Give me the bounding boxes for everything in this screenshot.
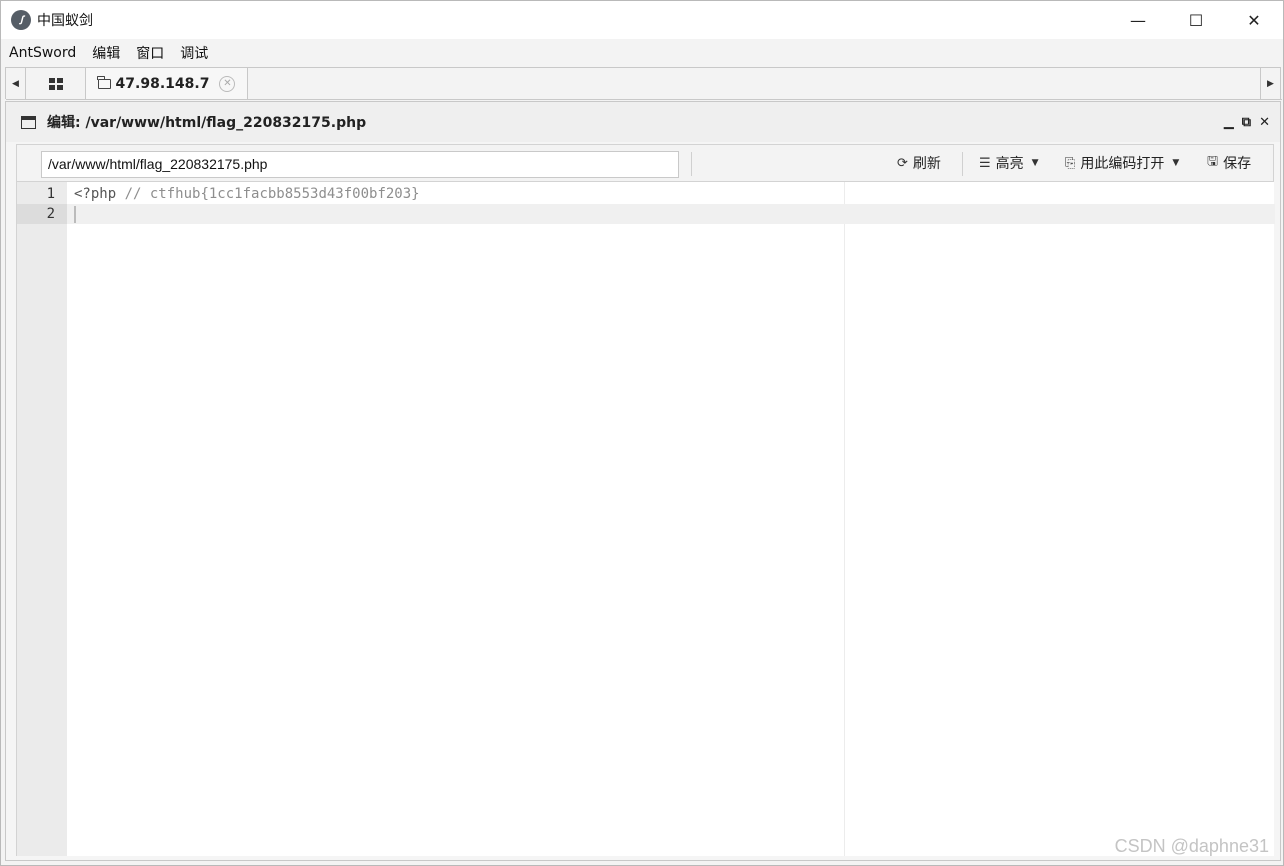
highlight-label: 高亮: [995, 156, 1024, 172]
window-title: 中国蚁剑: [37, 13, 93, 29]
menu-window[interactable]: 窗口: [136, 43, 164, 63]
watermark: CSDN @daphne31: [1114, 836, 1269, 856]
text-cursor: [74, 206, 76, 223]
panel-minimize-button[interactable]: ▁: [1224, 115, 1234, 130]
caret-down-icon: ▼: [1172, 158, 1180, 168]
window-controls: — ☐ ✕: [1109, 1, 1283, 39]
antsword-logo-icon: ꭍ: [11, 10, 31, 30]
menu-bar: AntSword 编辑 窗口 调试: [1, 39, 1283, 67]
code-line-active[interactable]: 2: [17, 204, 1275, 224]
refresh-button[interactable]: ⟳ 刷新: [897, 145, 941, 181]
tab-bar: ◀ 47.98.148.7 ✕ ▶: [5, 67, 1282, 100]
minimize-button[interactable]: —: [1109, 1, 1167, 39]
editor-window: 编辑: /var/www/html/flag_220832175.php ▁ ⧉…: [5, 101, 1281, 861]
editor-window-header[interactable]: 编辑: /var/www/html/flag_220832175.php ▁ ⧉…: [6, 102, 1280, 142]
maximize-button[interactable]: ☐: [1167, 1, 1225, 39]
editor-window-controls: ▁ ⧉ ✕: [1224, 102, 1270, 142]
code-line[interactable]: 1 <?php // ctfhub{1cc1facbb8553d43f00bf2…: [17, 184, 1275, 204]
save-icon: 🖫: [1207, 154, 1219, 169]
line-number: 2: [17, 204, 67, 224]
window-icon: [21, 115, 36, 129]
code-comment: // ctfhub{1cc1facbb8553d43f00bf203}: [116, 186, 420, 202]
line-gutter: [17, 182, 67, 856]
file-path-input[interactable]: /var/www/html/flag_220832175.php: [41, 151, 679, 178]
tab-host-label: 47.98.148.7: [115, 75, 210, 92]
toolbar-separator: [691, 152, 692, 176]
editor-window-title: 编辑: /var/www/html/flag_220832175.php: [47, 115, 367, 131]
code-editor[interactable]: 1 <?php // ctfhub{1cc1facbb8553d43f00bf2…: [16, 182, 1275, 856]
panel-restore-button[interactable]: ⧉: [1242, 115, 1251, 130]
tab-divider: [6, 99, 1282, 100]
menu-debug[interactable]: 调试: [180, 43, 208, 63]
close-circle-icon[interactable]: ✕: [219, 75, 236, 92]
folder-icon: [97, 75, 111, 89]
code-keyword: <?php: [74, 186, 117, 202]
print-margin: [844, 182, 845, 856]
save-button[interactable]: 🖫 保存: [1207, 145, 1251, 181]
save-label: 保存: [1223, 156, 1252, 172]
tab-scroll-right-button[interactable]: ▶: [1260, 68, 1280, 99]
refresh-icon: ⟳: [897, 155, 908, 171]
encoding-label: 用此编码打开: [1080, 156, 1165, 172]
encoding-dropdown[interactable]: ⎘ 用此编码打开 ▼: [1065, 145, 1179, 181]
refresh-label: 刷新: [912, 156, 941, 172]
app-window: ꭍ 中国蚁剑 — ☐ ✕ AntSword 编辑 窗口 调试 ◀ 47.98.1…: [0, 0, 1284, 866]
list-icon: ☰: [979, 155, 991, 171]
highlight-dropdown[interactable]: ☰ 高亮 ▼: [979, 145, 1039, 181]
tab-home[interactable]: [26, 68, 86, 99]
encoding-icon: ⎘: [1065, 155, 1076, 171]
menu-edit[interactable]: 编辑: [92, 43, 120, 63]
caret-down-icon: ▼: [1031, 158, 1039, 168]
close-button[interactable]: ✕: [1225, 1, 1283, 39]
tab-host[interactable]: 47.98.148.7 ✕: [86, 68, 248, 99]
toolbar-separator: [962, 152, 963, 176]
title-bar[interactable]: ꭍ 中国蚁剑 — ☐ ✕: [1, 1, 1283, 39]
panel-close-button[interactable]: ✕: [1259, 115, 1270, 130]
menu-antsword[interactable]: AntSword: [9, 45, 76, 61]
grid-icon: [48, 77, 63, 90]
editor-toolbar: /var/www/html/flag_220832175.php ⟳ 刷新 ☰ …: [16, 144, 1274, 182]
code-text: <?php // ctfhub{1cc1facbb8553d43f00bf203…: [74, 184, 420, 204]
line-number: 1: [46, 186, 55, 202]
tab-scroll-left-button[interactable]: ◀: [6, 68, 26, 99]
